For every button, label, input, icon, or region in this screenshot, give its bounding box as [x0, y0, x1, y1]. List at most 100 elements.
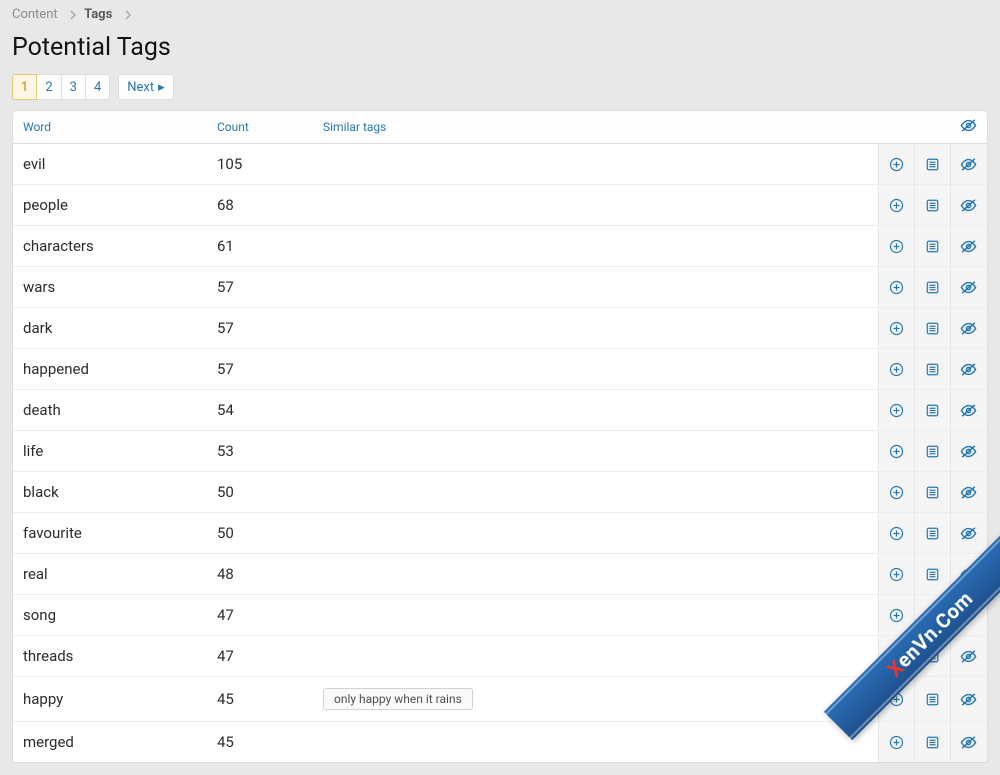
table-row: wars57 — [13, 267, 987, 308]
add-circle-icon — [885, 198, 908, 213]
page-link-4[interactable]: 4 — [85, 74, 110, 100]
action-add[interactable] — [878, 144, 914, 185]
action-list[interactable] — [914, 390, 950, 431]
action-hide[interactable] — [950, 226, 987, 267]
breadcrumb: Content Tags — [0, 0, 1000, 29]
cell-count: 50 — [207, 513, 313, 554]
page-next[interactable]: Next▸ — [118, 74, 173, 100]
add-circle-icon — [885, 239, 908, 254]
add-circle-icon — [885, 403, 908, 418]
page-link-2[interactable]: 2 — [36, 74, 61, 100]
cell-similar — [313, 144, 878, 185]
action-list[interactable] — [914, 431, 950, 472]
cell-word: characters — [13, 226, 207, 267]
action-hide[interactable] — [950, 144, 987, 185]
add-circle-icon — [885, 608, 908, 623]
action-list[interactable] — [914, 513, 950, 554]
action-add[interactable] — [878, 513, 914, 554]
page-link-3[interactable]: 3 — [61, 74, 86, 100]
action-hide[interactable] — [950, 308, 987, 349]
action-hide[interactable] — [950, 636, 987, 677]
table-row: favourite50 — [13, 513, 987, 554]
action-list[interactable] — [914, 472, 950, 513]
table-row: dark57 — [13, 308, 987, 349]
action-add[interactable] — [878, 308, 914, 349]
list-icon — [921, 239, 944, 254]
action-list[interactable] — [914, 144, 950, 185]
action-add[interactable] — [878, 595, 914, 636]
caret-right-icon: ▸ — [158, 80, 165, 95]
eye-off-icon — [957, 649, 982, 664]
cell-similar — [313, 308, 878, 349]
action-list[interactable] — [914, 267, 950, 308]
breadcrumb-item-content[interactable]: Content — [12, 7, 58, 22]
cell-word: black — [13, 472, 207, 513]
eye-off-icon — [957, 157, 982, 172]
cell-similar — [313, 636, 878, 677]
cell-count: 53 — [207, 431, 313, 472]
action-hide[interactable] — [950, 722, 987, 763]
action-add[interactable] — [878, 390, 914, 431]
action-hide[interactable] — [950, 390, 987, 431]
action-hide[interactable] — [950, 677, 987, 722]
action-list[interactable] — [914, 349, 950, 390]
eye-off-icon — [957, 362, 982, 377]
action-hide[interactable] — [950, 267, 987, 308]
cell-similar — [313, 472, 878, 513]
action-add[interactable] — [878, 226, 914, 267]
action-add[interactable] — [878, 554, 914, 595]
eye-off-icon — [957, 444, 982, 459]
column-header-count[interactable]: Count — [207, 111, 313, 144]
action-add[interactable] — [878, 472, 914, 513]
table-row: merged45 — [13, 722, 987, 763]
action-list[interactable] — [914, 636, 950, 677]
cell-word: death — [13, 390, 207, 431]
action-list[interactable] — [914, 722, 950, 763]
action-hide[interactable] — [950, 595, 987, 636]
action-add[interactable] — [878, 722, 914, 763]
action-hide[interactable] — [950, 472, 987, 513]
list-icon — [921, 444, 944, 459]
column-header-similar[interactable]: Similar tags — [313, 111, 878, 144]
eye-off-icon — [960, 118, 977, 133]
action-hide[interactable] — [950, 349, 987, 390]
breadcrumb-item-tags[interactable]: Tags — [84, 7, 112, 22]
action-add[interactable] — [878, 267, 914, 308]
action-hide[interactable] — [950, 431, 987, 472]
cell-count: 45 — [207, 677, 313, 722]
action-list[interactable] — [914, 308, 950, 349]
column-header-blank-2 — [914, 111, 950, 144]
action-hide[interactable] — [950, 513, 987, 554]
chevron-right-icon — [124, 7, 132, 22]
action-list[interactable] — [914, 554, 950, 595]
eye-off-icon — [957, 280, 982, 295]
action-hide[interactable] — [950, 554, 987, 595]
action-list[interactable] — [914, 677, 950, 722]
table-row: people68 — [13, 185, 987, 226]
list-icon — [921, 692, 944, 707]
cell-similar — [313, 185, 878, 226]
eye-off-icon — [957, 608, 982, 623]
column-header-hide-all[interactable] — [950, 111, 987, 144]
action-list[interactable] — [914, 185, 950, 226]
action-add[interactable] — [878, 185, 914, 226]
cell-word: people — [13, 185, 207, 226]
action-add[interactable] — [878, 431, 914, 472]
page-link-1[interactable]: 1 — [12, 74, 37, 100]
action-add[interactable] — [878, 636, 914, 677]
column-header-word[interactable]: Word — [13, 111, 207, 144]
table-row: song47 — [13, 595, 987, 636]
action-list[interactable] — [914, 226, 950, 267]
cell-word: favourite — [13, 513, 207, 554]
cell-count: 48 — [207, 554, 313, 595]
list-icon — [921, 735, 944, 750]
action-add[interactable] — [878, 349, 914, 390]
action-list[interactable] — [914, 595, 950, 636]
cell-similar — [313, 267, 878, 308]
cell-similar — [313, 349, 878, 390]
similar-tag-pill[interactable]: only happy when it rains — [323, 688, 473, 710]
action-hide[interactable] — [950, 185, 987, 226]
action-add[interactable] — [878, 677, 914, 722]
list-icon — [921, 157, 944, 172]
eye-off-icon — [957, 403, 982, 418]
